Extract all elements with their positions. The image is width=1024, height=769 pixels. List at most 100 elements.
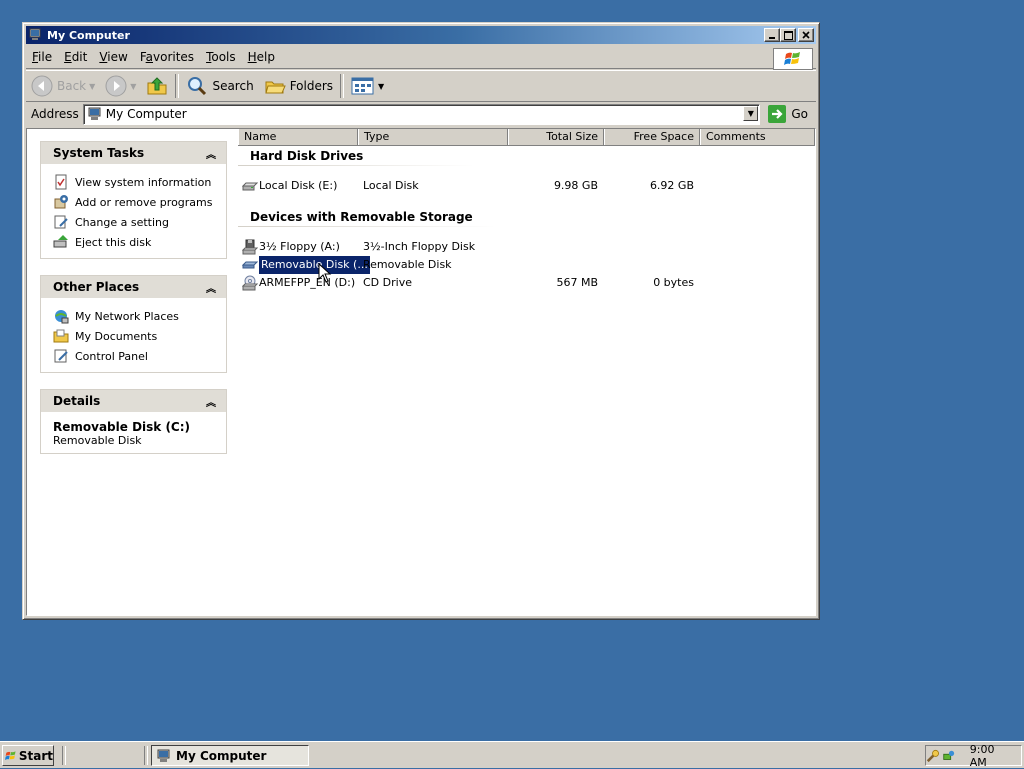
back-button[interactable]: Back ▼: [26, 73, 100, 99]
control-panel-icon: [54, 349, 68, 363]
drive-total-size: 567 MB: [556, 276, 598, 289]
drive-name-label: 3½ Floppy (A:): [259, 240, 340, 253]
menu-edit[interactable]: Edit: [58, 50, 93, 64]
folders-button[interactable]: Folders: [259, 73, 338, 99]
drive-type: CD Drive: [363, 276, 412, 289]
taskbar-button-my-computer[interactable]: My Computer: [151, 745, 309, 766]
standard-toolbar: Back ▼ ▼ Search Folders ▼: [26, 70, 816, 102]
group-removable-storage: Devices with Removable Storage: [250, 210, 473, 224]
windows-flag-icon: [5, 750, 16, 760]
column-comments[interactable]: Comments: [700, 129, 815, 145]
drive-total-size: 9.98 GB: [553, 179, 598, 192]
collapse-chevron-icon[interactable]: ︽: [206, 280, 216, 295]
maximize-icon: [783, 30, 793, 40]
drive-type: 3½-Inch Floppy Disk: [363, 240, 476, 253]
cd-drive-icon: [242, 275, 258, 291]
forward-arrow-icon: [105, 75, 127, 97]
place-my-documents[interactable]: My Documents: [53, 326, 220, 346]
folder-content-area: System Tasks ︽ View system information A…: [26, 128, 816, 616]
drive-name-label-selected: Removable Disk (...: [258, 255, 371, 275]
column-name[interactable]: Name: [238, 129, 358, 145]
folders-label: Folders: [289, 79, 334, 93]
other-places-header[interactable]: Other Places ︽: [41, 276, 226, 298]
menu-edit-key: E: [64, 50, 72, 64]
back-arrow-icon: [31, 75, 53, 97]
mouse-pointer-icon: [318, 263, 332, 283]
task-view-system-information[interactable]: View system information: [53, 172, 220, 192]
go-button[interactable]: Go: [760, 105, 816, 123]
my-computer-window: My Computer File Edit View Favorites Too…: [22, 22, 820, 620]
clock[interactable]: 9:00 AM: [970, 743, 1009, 769]
back-label: Back: [57, 79, 87, 93]
back-dropdown-icon[interactable]: ▼: [89, 82, 95, 91]
drive-row-local-disk-e[interactable]: Local Disk (E:) Local Disk 9.98 GB 6.92 …: [238, 177, 798, 195]
system-tasks-panel: System Tasks ︽ View system information A…: [40, 141, 227, 259]
start-button[interactable]: Start: [2, 745, 54, 766]
menu-favorites[interactable]: Favorites: [134, 50, 200, 64]
column-type[interactable]: Type: [358, 129, 508, 145]
other-places-title: Other Places: [53, 280, 140, 294]
views-dropdown-icon[interactable]: ▼: [378, 82, 384, 91]
folders-icon: [265, 81, 286, 94]
menu-help[interactable]: Help: [242, 50, 281, 64]
drive-row-floppy-a[interactable]: 3½ Floppy (A:) 3½-Inch Floppy Disk: [238, 238, 798, 256]
search-button[interactable]: Search: [181, 73, 258, 99]
column-free-space[interactable]: Free Space: [604, 129, 700, 145]
menu-favorites-rest: vorites: [153, 50, 195, 64]
menu-view[interactable]: View: [93, 50, 133, 64]
maximize-button[interactable]: [780, 28, 796, 42]
menu-file-rest: ile: [38, 50, 53, 64]
forward-button[interactable]: ▼: [100, 73, 141, 99]
drive-name-label: Local Disk (E:): [259, 179, 338, 192]
system-tasks-header[interactable]: System Tasks ︽: [41, 142, 226, 164]
my-computer-icon: [157, 749, 170, 762]
menu-tools[interactable]: Tools: [200, 50, 242, 64]
address-field[interactable]: My Computer ▼: [82, 103, 761, 125]
task-label: Add or remove programs: [75, 195, 213, 209]
task-add-remove-programs[interactable]: Add or remove programs: [53, 192, 220, 212]
collapse-chevron-icon[interactable]: ︽: [206, 146, 216, 161]
forward-dropdown-icon[interactable]: ▼: [130, 82, 136, 91]
close-button[interactable]: [798, 28, 814, 42]
tray-network-icon[interactable]: [942, 748, 956, 764]
place-control-panel[interactable]: Control Panel: [53, 346, 220, 366]
details-title: Details: [53, 394, 101, 408]
menu-file[interactable]: File: [26, 50, 58, 64]
task-change-a-setting[interactable]: Change a setting: [53, 212, 220, 232]
menu-help-key: H: [247, 50, 257, 64]
floppy-drive-icon: [242, 239, 258, 255]
taskbar: Start My Computer 9:00 AM: [0, 741, 1024, 769]
drive-free-space: 6.92 GB: [649, 179, 694, 192]
minimize-icon: [769, 37, 775, 39]
column-total-size[interactable]: Total Size: [508, 129, 604, 145]
task-eject-this-disk[interactable]: Eject this disk: [53, 232, 220, 252]
minimize-button[interactable]: [764, 28, 780, 42]
task-label: View system information: [75, 175, 212, 189]
go-arrow-icon: [768, 105, 787, 123]
address-dropdown-button[interactable]: ▼: [743, 105, 759, 121]
details-body: Removable Disk (C:) Removable Disk: [41, 412, 226, 453]
details-panel: Details ︽ Removable Disk (C:) Removable …: [40, 389, 227, 454]
address-bar: Address My Computer ▼ Go: [26, 102, 816, 126]
list-header: Name Type Total Size Free Space Comments: [238, 129, 815, 146]
my-documents-icon: [53, 329, 69, 343]
views-button[interactable]: ▼: [346, 73, 389, 99]
menu-favorites-key: a: [145, 50, 153, 64]
search-icon: [188, 77, 207, 96]
toolbar-separator: [175, 74, 180, 98]
my-computer-icon: [29, 28, 41, 40]
place-my-network-places[interactable]: My Network Places: [53, 306, 220, 326]
tray-tools-icon[interactable]: [926, 748, 940, 764]
up-folder-button[interactable]: [141, 73, 173, 99]
add-remove-programs-icon: [54, 195, 68, 209]
task-label: Change a setting: [75, 215, 169, 229]
place-label: Control Panel: [75, 349, 148, 363]
views-icon: [351, 77, 374, 95]
details-header[interactable]: Details ︽: [41, 390, 226, 412]
taskbar-button-label: My Computer: [176, 748, 267, 763]
group-divider: [238, 165, 474, 166]
title-bar[interactable]: My Computer: [26, 26, 816, 44]
menu-tools-rest: ools: [211, 50, 236, 64]
collapse-chevron-icon[interactable]: ︽: [206, 394, 216, 409]
drive-type: Local Disk: [363, 179, 419, 192]
